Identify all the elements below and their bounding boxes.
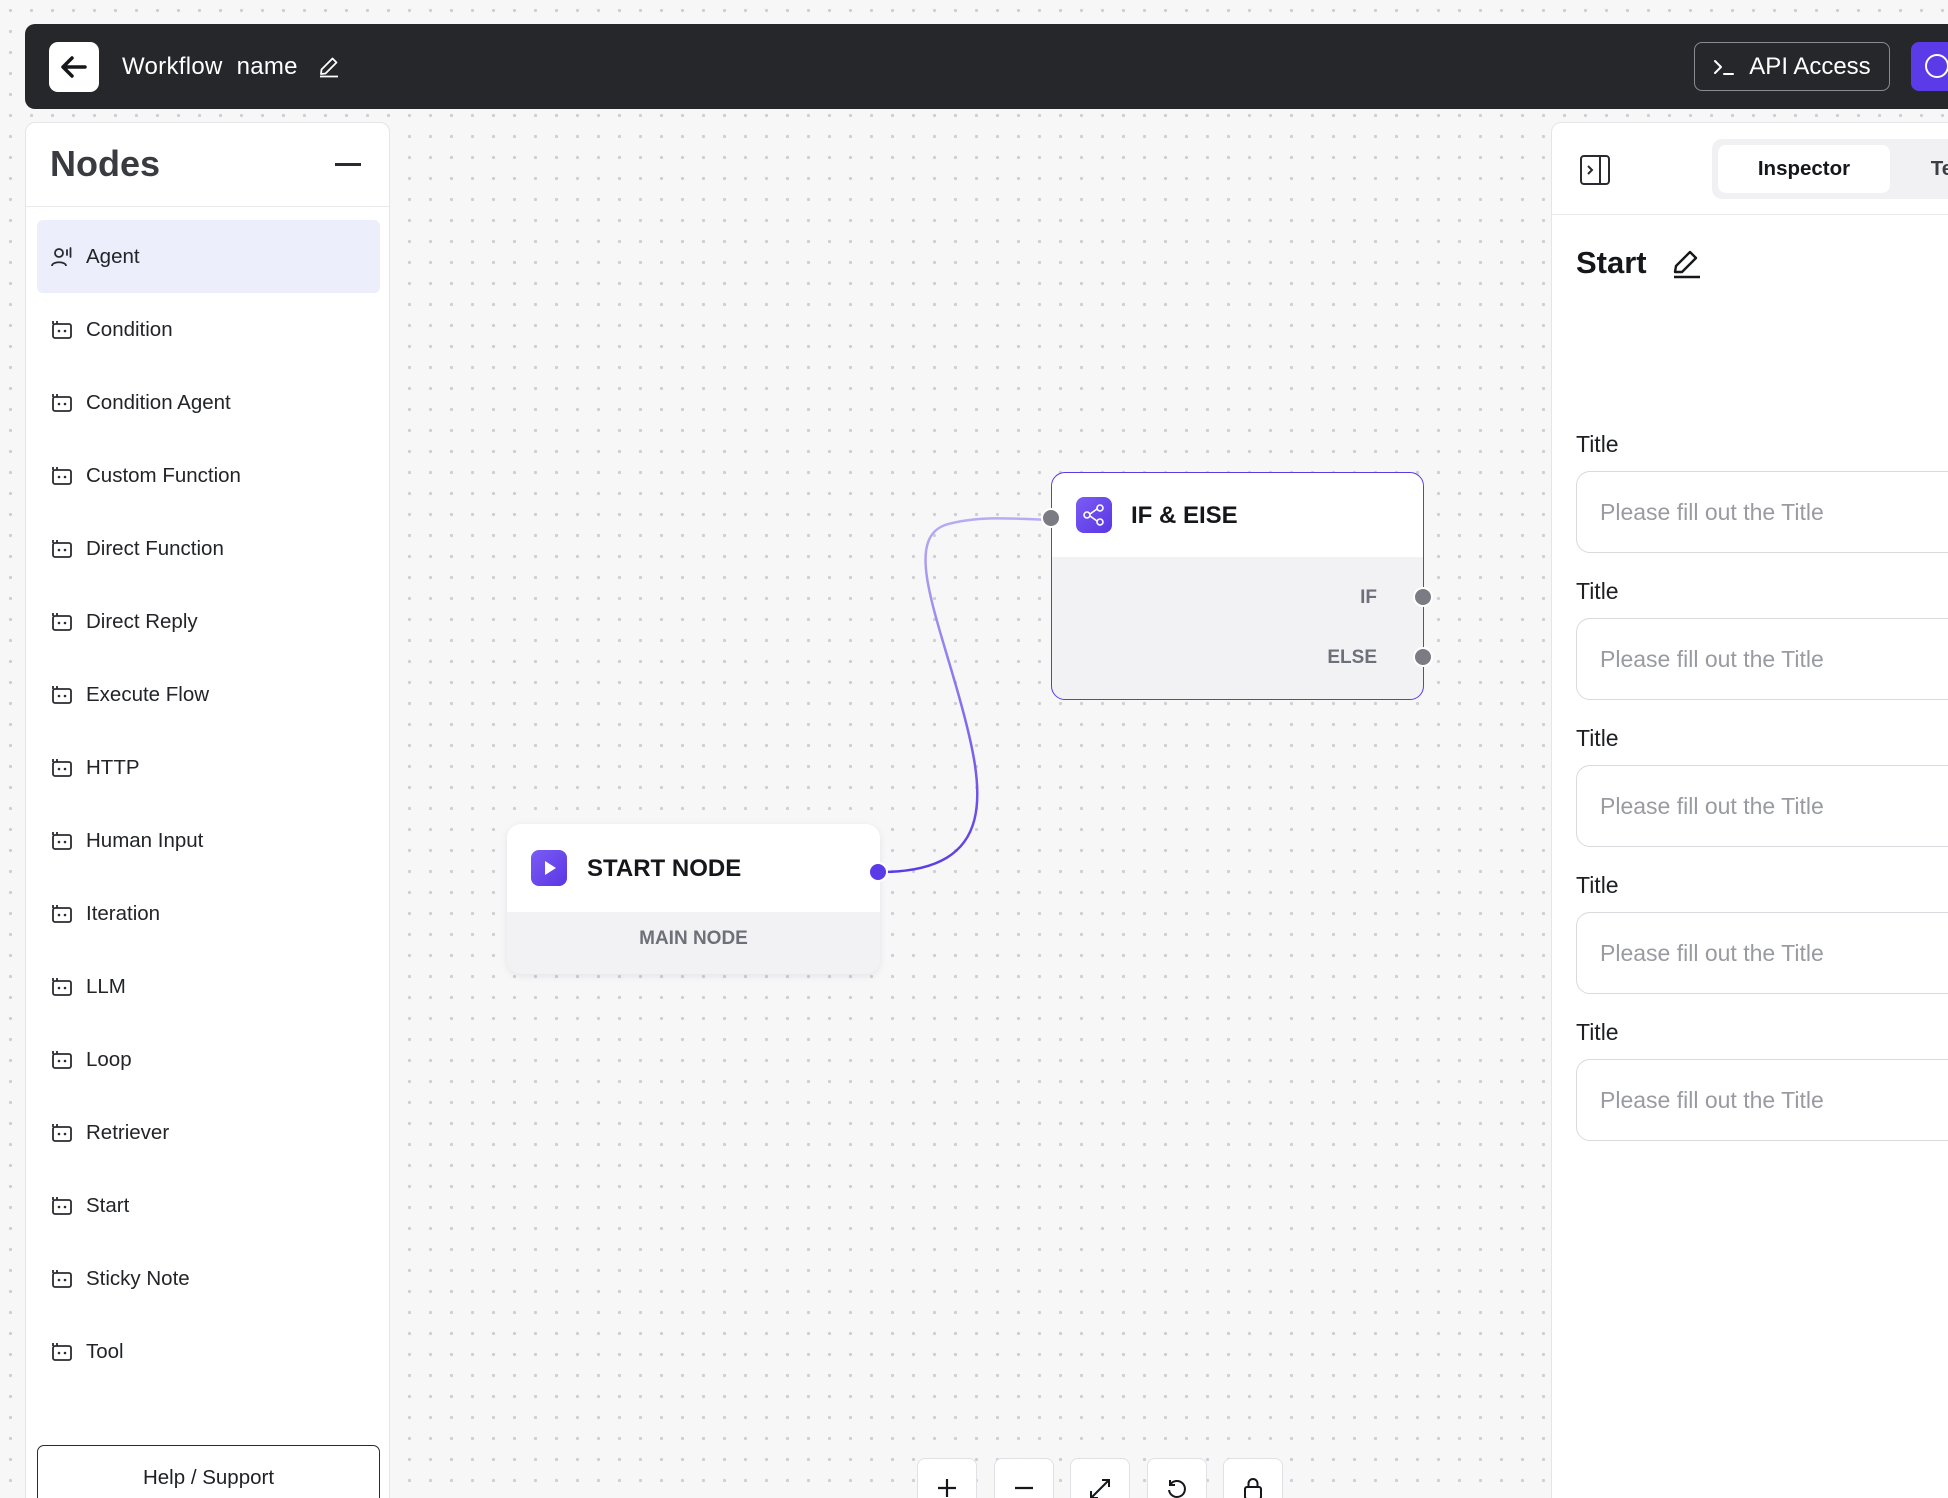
inspector-panel: Inspector Te Start Title Title Title Title T… [1551, 122, 1948, 1498]
field-label: Title [1576, 1019, 1619, 1045]
if-else-node-header: IF & EISE [1052, 473, 1423, 557]
branch-icon [1076, 497, 1112, 533]
lock-icon [1244, 1478, 1262, 1498]
lock-button[interactable] [1223, 1458, 1283, 1498]
title-input[interactable] [1576, 1059, 1948, 1141]
title-input[interactable] [1576, 471, 1948, 553]
reset-icon [1168, 1480, 1186, 1498]
zoom-out-icon [1015, 1486, 1033, 1490]
title-input[interactable] [1576, 765, 1948, 847]
edit-node-title-icon[interactable] [1670, 247, 1702, 279]
zoom-in-button[interactable] [917, 1458, 977, 1498]
connection-edge[interactable] [879, 517, 1052, 874]
reset-view-button[interactable] [1147, 1458, 1207, 1498]
if-output-handle[interactable] [1413, 587, 1433, 607]
field-label: Title [1576, 578, 1619, 604]
start-node-title: START NODE [587, 855, 742, 882]
panel-toggle-icon[interactable] [1579, 154, 1611, 186]
field-label: Title [1576, 872, 1619, 898]
if-else-node[interactable]: IF & EISE IF ELSE [1041, 472, 1433, 700]
start-node[interactable]: START NODE MAIN NODE [507, 824, 888, 974]
title-input[interactable] [1576, 618, 1948, 700]
start-node-output-handle[interactable] [868, 862, 888, 882]
inspector-header: Inspector Te [1552, 123, 1948, 215]
title-input[interactable] [1576, 912, 1948, 994]
inspector-node-title: Start [1576, 245, 1647, 280]
start-node-subtitle: MAIN NODE [639, 928, 748, 949]
if-else-input-handle[interactable] [1041, 508, 1061, 528]
else-output-handle[interactable] [1413, 647, 1433, 667]
start-node-header: START NODE [507, 824, 880, 912]
tab-inspector[interactable]: Inspector [1718, 145, 1890, 193]
field-label: Title [1576, 725, 1619, 751]
tab-second[interactable]: Te [1912, 145, 1948, 193]
field-label: Title [1576, 431, 1619, 457]
play-icon [531, 850, 567, 886]
if-branch-label: IF [1360, 587, 1377, 608]
if-else-node-title: IF & EISE [1131, 502, 1238, 529]
fit-view-button[interactable] [1070, 1458, 1130, 1498]
fit-view-icon [1090, 1479, 1110, 1498]
zoom-in-icon [938, 1479, 956, 1497]
zoom-out-button[interactable] [994, 1458, 1054, 1498]
inspector-tabs: Inspector Te [1712, 139, 1948, 199]
else-branch-label: ELSE [1327, 647, 1377, 668]
